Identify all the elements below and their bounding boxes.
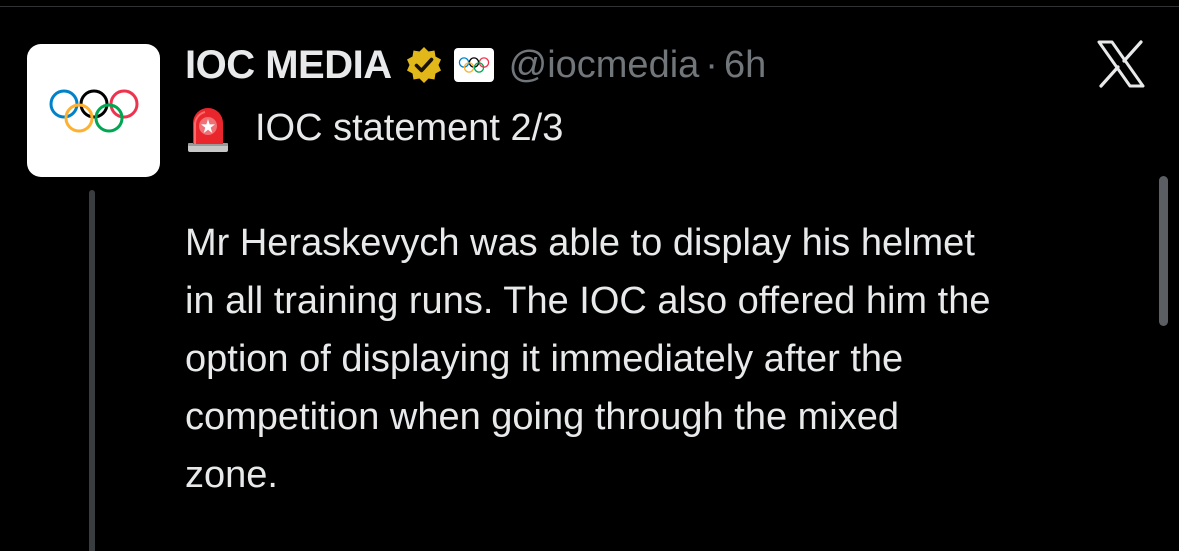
x-logo-icon	[1097, 40, 1145, 88]
statement-title: IOC statement 2/3	[255, 106, 564, 149]
author-handle[interactable]: @iocmedia	[509, 44, 700, 87]
post-timestamp[interactable]: 6h	[724, 44, 766, 87]
body-line: competition when going through the mixed	[185, 396, 900, 438]
gold-verified-badge-icon[interactable]	[404, 45, 444, 85]
body-line: Mr Heraskevych was able to display his h…	[185, 222, 975, 264]
meta-separator: ·	[705, 43, 718, 86]
statement-title-row: IOC statement 2/3	[185, 100, 563, 156]
body-line: option of displaying it immediately afte…	[185, 338, 904, 380]
avatar[interactable]	[27, 44, 160, 177]
olympic-rings-icon	[458, 57, 489, 73]
body-line: in all training runs. The IOC also offer…	[185, 280, 991, 322]
post-header: IOC MEDIA @iocmedia · 6h	[185, 38, 766, 92]
siren-icon	[185, 103, 231, 153]
thread-line	[89, 190, 95, 551]
author-display-name[interactable]: IOC MEDIA	[185, 43, 392, 88]
top-divider	[0, 0, 1179, 7]
scrollbar-thumb[interactable]	[1159, 176, 1168, 326]
body-line: zone.	[185, 454, 278, 496]
post-body: Mr Heraskevych was able to display his h…	[185, 214, 1145, 504]
olympic-rings-icon	[49, 89, 138, 132]
org-affiliation-badge[interactable]	[453, 48, 494, 82]
